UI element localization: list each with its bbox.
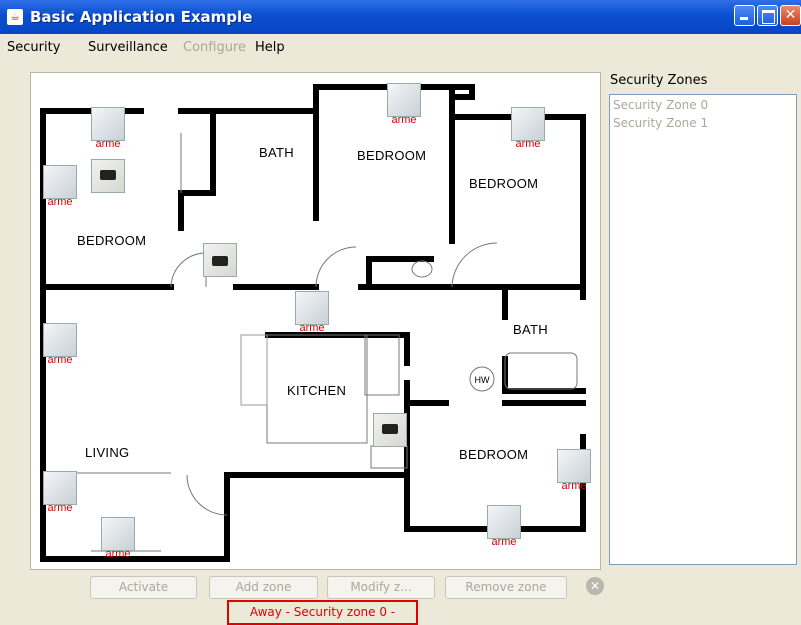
menu-help[interactable]: Help xyxy=(255,40,285,55)
motion-sensor[interactable]: arme xyxy=(487,505,521,548)
sensor-icon xyxy=(487,505,521,539)
cancel-icon[interactable]: ✕ xyxy=(586,577,604,595)
sensor-state-label: arme xyxy=(95,138,121,150)
water-heater-label: HW xyxy=(475,375,490,385)
close-button[interactable]: ✕ xyxy=(780,5,801,26)
menu-configure: Configure xyxy=(183,40,247,55)
room-label-bath-right: BATH xyxy=(513,322,548,337)
security-zones-title: Security Zones xyxy=(610,73,708,88)
sensor-icon xyxy=(101,517,135,551)
floor-plan[interactable]: HW BEDROOM BATH BEDROOM BEDROOM BATH KIT… xyxy=(30,72,601,570)
security-camera[interactable] xyxy=(91,159,125,199)
menu-bar: Security Surveillance Configure Help xyxy=(0,34,801,60)
maximize-icon xyxy=(758,6,777,25)
modify-zone-button[interactable]: Modify z... xyxy=(327,576,435,599)
sensor-icon xyxy=(387,83,421,117)
sensor-icon xyxy=(295,291,329,325)
sensor-state-label: arme xyxy=(515,138,541,150)
room-label-bedroom-nw: BEDROOM xyxy=(77,233,147,248)
room-label-bath-top: BATH xyxy=(259,145,294,160)
room-label-bedroom-se: BEDROOM xyxy=(459,447,529,462)
add-zone-button[interactable]: Add zone xyxy=(209,576,318,599)
room-label-living: LIVING xyxy=(85,445,130,460)
window-title: Basic Application Example xyxy=(30,8,253,26)
sensor-state-label: arme xyxy=(47,354,73,366)
motion-sensor[interactable]: arme xyxy=(557,449,591,492)
title-bar[interactable]: ☕ Basic Application Example ✕ xyxy=(0,0,801,34)
zone-list-item[interactable]: Security Zone 0 xyxy=(613,98,708,112)
room-label-bedroom-ne: BEDROOM xyxy=(469,176,539,191)
menu-security[interactable]: Security xyxy=(7,40,60,55)
security-zones-list[interactable]: Security Zone 0 Security Zone 1 xyxy=(609,94,797,565)
camera-icon xyxy=(91,159,125,193)
sensor-icon xyxy=(557,449,591,483)
sensor-icon xyxy=(43,323,77,357)
sensor-icon xyxy=(43,165,77,199)
zone-list-item[interactable]: Security Zone 1 xyxy=(613,116,708,130)
sensor-state-label: arme xyxy=(47,196,73,208)
sensor-state-label: arme xyxy=(299,322,325,334)
sensor-state-label: arme xyxy=(105,548,131,560)
motion-sensor[interactable]: arme xyxy=(43,323,77,366)
menu-surveillance[interactable]: Surveillance xyxy=(88,40,168,55)
motion-sensor[interactable]: arme xyxy=(91,107,125,150)
motion-sensor[interactable]: arme xyxy=(101,517,135,560)
camera-icon xyxy=(203,243,237,277)
minimize-button[interactable] xyxy=(734,5,755,26)
motion-sensor[interactable]: arme xyxy=(43,165,77,208)
motion-sensor[interactable]: arme xyxy=(387,83,421,126)
sensor-icon xyxy=(91,107,125,141)
security-camera[interactable] xyxy=(203,243,237,283)
sensor-state-label: arme xyxy=(391,114,417,126)
close-icon: ✕ xyxy=(784,7,797,23)
minimize-icon xyxy=(735,6,754,25)
camera-icon xyxy=(373,413,407,447)
room-label-kitchen: KITCHEN xyxy=(287,383,347,398)
activate-button[interactable]: Activate xyxy=(90,576,197,599)
motion-sensor[interactable]: arme xyxy=(295,291,329,334)
sensor-state-label: arme xyxy=(491,536,517,548)
remove-zone-button[interactable]: Remove zone xyxy=(445,576,567,599)
security-camera[interactable] xyxy=(373,413,407,453)
sensor-state-label: arme xyxy=(561,480,587,492)
motion-sensor[interactable]: arme xyxy=(511,107,545,150)
sensor-state-label: arme xyxy=(47,502,73,514)
sensor-icon xyxy=(511,107,545,141)
motion-sensor[interactable]: arme xyxy=(43,471,77,514)
maximize-button[interactable] xyxy=(757,5,778,26)
sensor-icon xyxy=(43,471,77,505)
room-label-bedroom-n: BEDROOM xyxy=(357,148,427,163)
status-indicator: Away - Security zone 0 - xyxy=(227,600,418,625)
java-cup-icon: ☕ xyxy=(7,9,23,25)
